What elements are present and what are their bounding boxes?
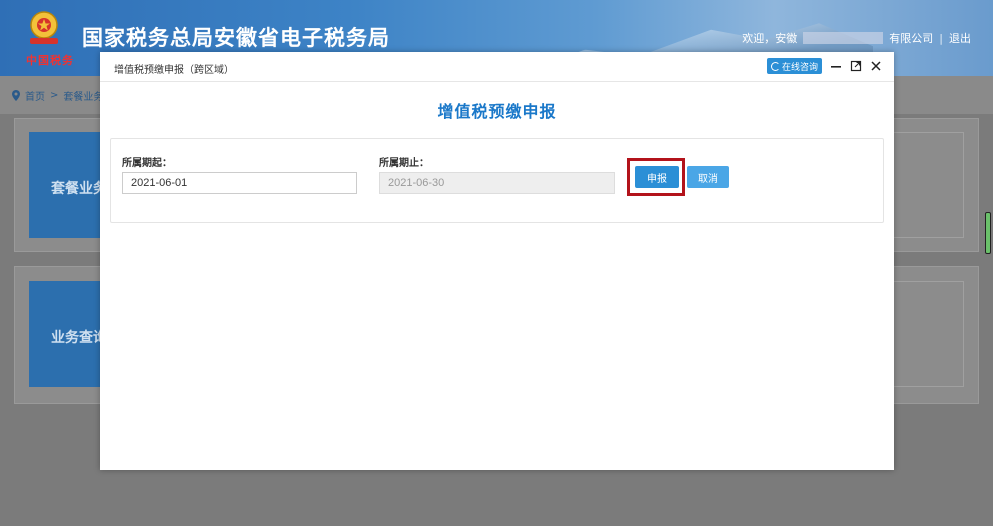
period-start-input[interactable] xyxy=(122,172,357,194)
maximize-icon[interactable] xyxy=(850,60,862,72)
modal-titlebar: 增值税预缴申报（跨区域） 在线咨询 xyxy=(100,52,894,82)
header-separator: | xyxy=(939,31,943,45)
welcome-text: 欢迎，安徽 xyxy=(742,32,798,45)
period-end-input xyxy=(379,172,615,194)
location-pin-icon xyxy=(12,90,20,101)
tax-emblem-icon xyxy=(30,11,58,44)
form-title: 增值税预缴申报 xyxy=(437,102,557,121)
logout-link[interactable]: 退出 xyxy=(949,30,971,46)
breadcrumb-current[interactable]: 套餐业务 xyxy=(63,88,103,103)
redacted-name xyxy=(803,32,884,44)
period-form: 所属期起： 所属期止： 申报 取消 xyxy=(110,138,884,223)
user-area: 欢迎，安徽 有限公司 | 退出 xyxy=(742,30,971,46)
minimize-icon[interactable] xyxy=(830,60,842,72)
close-icon[interactable] xyxy=(870,60,882,72)
headset-icon xyxy=(770,61,780,71)
breadcrumb: 首页 > 套餐业务 xyxy=(12,88,103,103)
cancel-button[interactable]: 取消 xyxy=(687,166,729,188)
submit-button[interactable]: 申报 xyxy=(635,166,679,188)
declaration-modal: 增值税预缴申报（跨区域） 在线咨询 增值税预缴申报 所属期起： 所属期止： 申报… xyxy=(100,52,894,470)
background-placeholder-box xyxy=(882,281,964,387)
side-scroll-handle[interactable] xyxy=(985,212,991,254)
breadcrumb-separator: > xyxy=(50,90,59,101)
breadcrumb-home[interactable]: 首页 xyxy=(25,88,45,103)
site-title: 国家税务总局安徽省电子税务局 xyxy=(82,26,390,50)
online-consult-label: 在线咨询 xyxy=(781,62,818,73)
period-start-label: 所属期起： xyxy=(122,158,172,169)
modal-window-title: 增值税预缴申报（跨区域） xyxy=(114,65,234,76)
slogan-logo: 中国税务 xyxy=(26,54,74,67)
company-text: 有限公司 xyxy=(889,32,934,45)
period-end-label: 所属期止： xyxy=(379,158,429,169)
online-consult-button[interactable]: 在线咨询 xyxy=(766,58,822,74)
background-placeholder-box xyxy=(882,132,964,238)
modal-controls: 在线咨询 xyxy=(766,58,882,74)
